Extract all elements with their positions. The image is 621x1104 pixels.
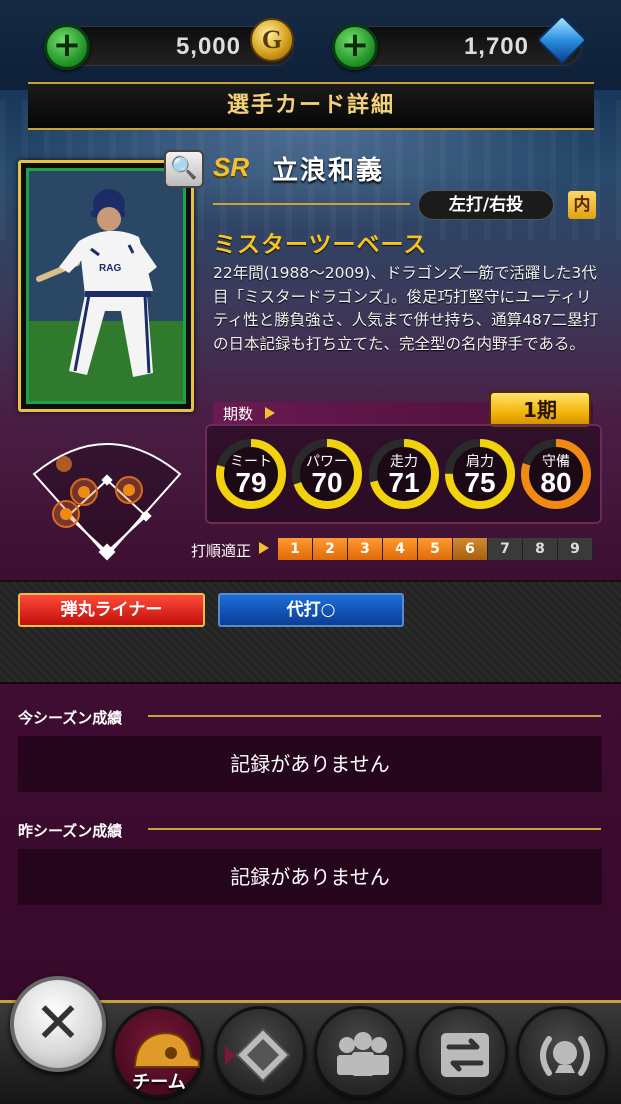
add-gold-button[interactable]: +: [44, 24, 90, 70]
batting-order-slot: 6: [453, 538, 488, 560]
batting-order-arrow-icon: [259, 542, 269, 554]
last-season-record: 記録がありません: [18, 849, 602, 905]
stat-value: 80: [540, 467, 572, 498]
svg-text:RAG: RAG: [99, 263, 121, 274]
stat-gauge: パワー 70: [290, 437, 364, 511]
position-badge: 内: [568, 191, 596, 219]
records-panel-background: [0, 682, 621, 1012]
nav-mission-button[interactable]: [516, 1006, 608, 1098]
currency-bar: 5,000 + G 1,700 +: [0, 0, 621, 90]
shortstop-position-marker: [123, 484, 135, 496]
batting-order-slot: 4: [383, 538, 418, 560]
team-members-icon: [337, 1032, 389, 1076]
batting-order-slot: 5: [418, 538, 453, 560]
last-season-header: 昨シーズン成績: [18, 822, 123, 840]
stat-gauge: ミート 79: [214, 437, 288, 511]
outfield-position-marker: [56, 456, 72, 472]
player-name: 立浪和義: [272, 156, 385, 186]
nav-team-label: チーム: [132, 1072, 186, 1093]
second-base-position-marker: [78, 486, 90, 498]
batting-order-slot: 1: [278, 538, 313, 560]
nav-trade-button[interactable]: [416, 1006, 508, 1098]
this-season-record: 記録がありません: [18, 736, 602, 792]
player-description: 22年間(1988〜2009)、ドラゴンズ一筋で活躍した3代目「ミスタードラゴン…: [213, 264, 599, 353]
field-icon: [225, 1027, 291, 1083]
bat-throw-badge: 左打/右投: [418, 190, 554, 220]
batting-order-slots: 123456789: [278, 538, 593, 560]
stat-gauge: 肩力 75: [443, 437, 517, 511]
batting-order-slot: 2: [313, 538, 348, 560]
stat-value: 70: [311, 467, 343, 498]
field-outline: [32, 443, 182, 558]
batting-order-slot: 9: [558, 538, 593, 560]
skill-button-bullet-liner[interactable]: 弾丸ライナー: [18, 593, 205, 627]
swap-icon: [441, 1033, 489, 1077]
nav-field-button[interactable]: [214, 1006, 306, 1098]
add-gems-button[interactable]: +: [332, 24, 378, 70]
stat-value: 71: [388, 467, 420, 498]
skill-button-pinch-hitter[interactable]: 代打○: [218, 593, 404, 627]
this-season-divider: [148, 715, 601, 717]
batting-order-slot: 3: [348, 538, 383, 560]
field-position-diagram: [28, 424, 186, 564]
zoom-icon[interactable]: 🔍: [164, 150, 204, 188]
stat-value: 79: [235, 467, 267, 498]
batting-order-label: 打順適正: [191, 542, 252, 560]
period-label: 期数: [223, 405, 254, 423]
gold-coin-icon: G: [250, 18, 294, 62]
player-catchphrase: ミスターツーベース: [213, 232, 428, 258]
last-season-divider: [148, 828, 601, 830]
page-title: 選手カード詳細: [28, 82, 594, 130]
close-button[interactable]: ✕: [10, 976, 106, 1072]
gem-amount: 1,700: [463, 33, 529, 60]
batting-order-slot: 8: [523, 538, 558, 560]
batting-order-slot: 7: [488, 538, 523, 560]
nav-lineup-button[interactable]: [314, 1006, 406, 1098]
gold-amount: 5,000: [175, 33, 241, 60]
this-season-header: 今シーズン成績: [18, 709, 123, 727]
stat-value: 75: [464, 467, 496, 498]
third-base-position-marker: [60, 508, 72, 520]
period-arrow-icon: [265, 407, 275, 419]
laurel-icon: [540, 1036, 590, 1076]
stat-gauge: 守備 80: [519, 437, 593, 511]
player-card-image: RAG: [18, 160, 194, 412]
stat-gauge: 走力 71: [367, 437, 441, 511]
player-photo: RAG: [29, 171, 183, 401]
name-divider: [213, 203, 410, 205]
rarity-badge: SR: [213, 152, 250, 182]
